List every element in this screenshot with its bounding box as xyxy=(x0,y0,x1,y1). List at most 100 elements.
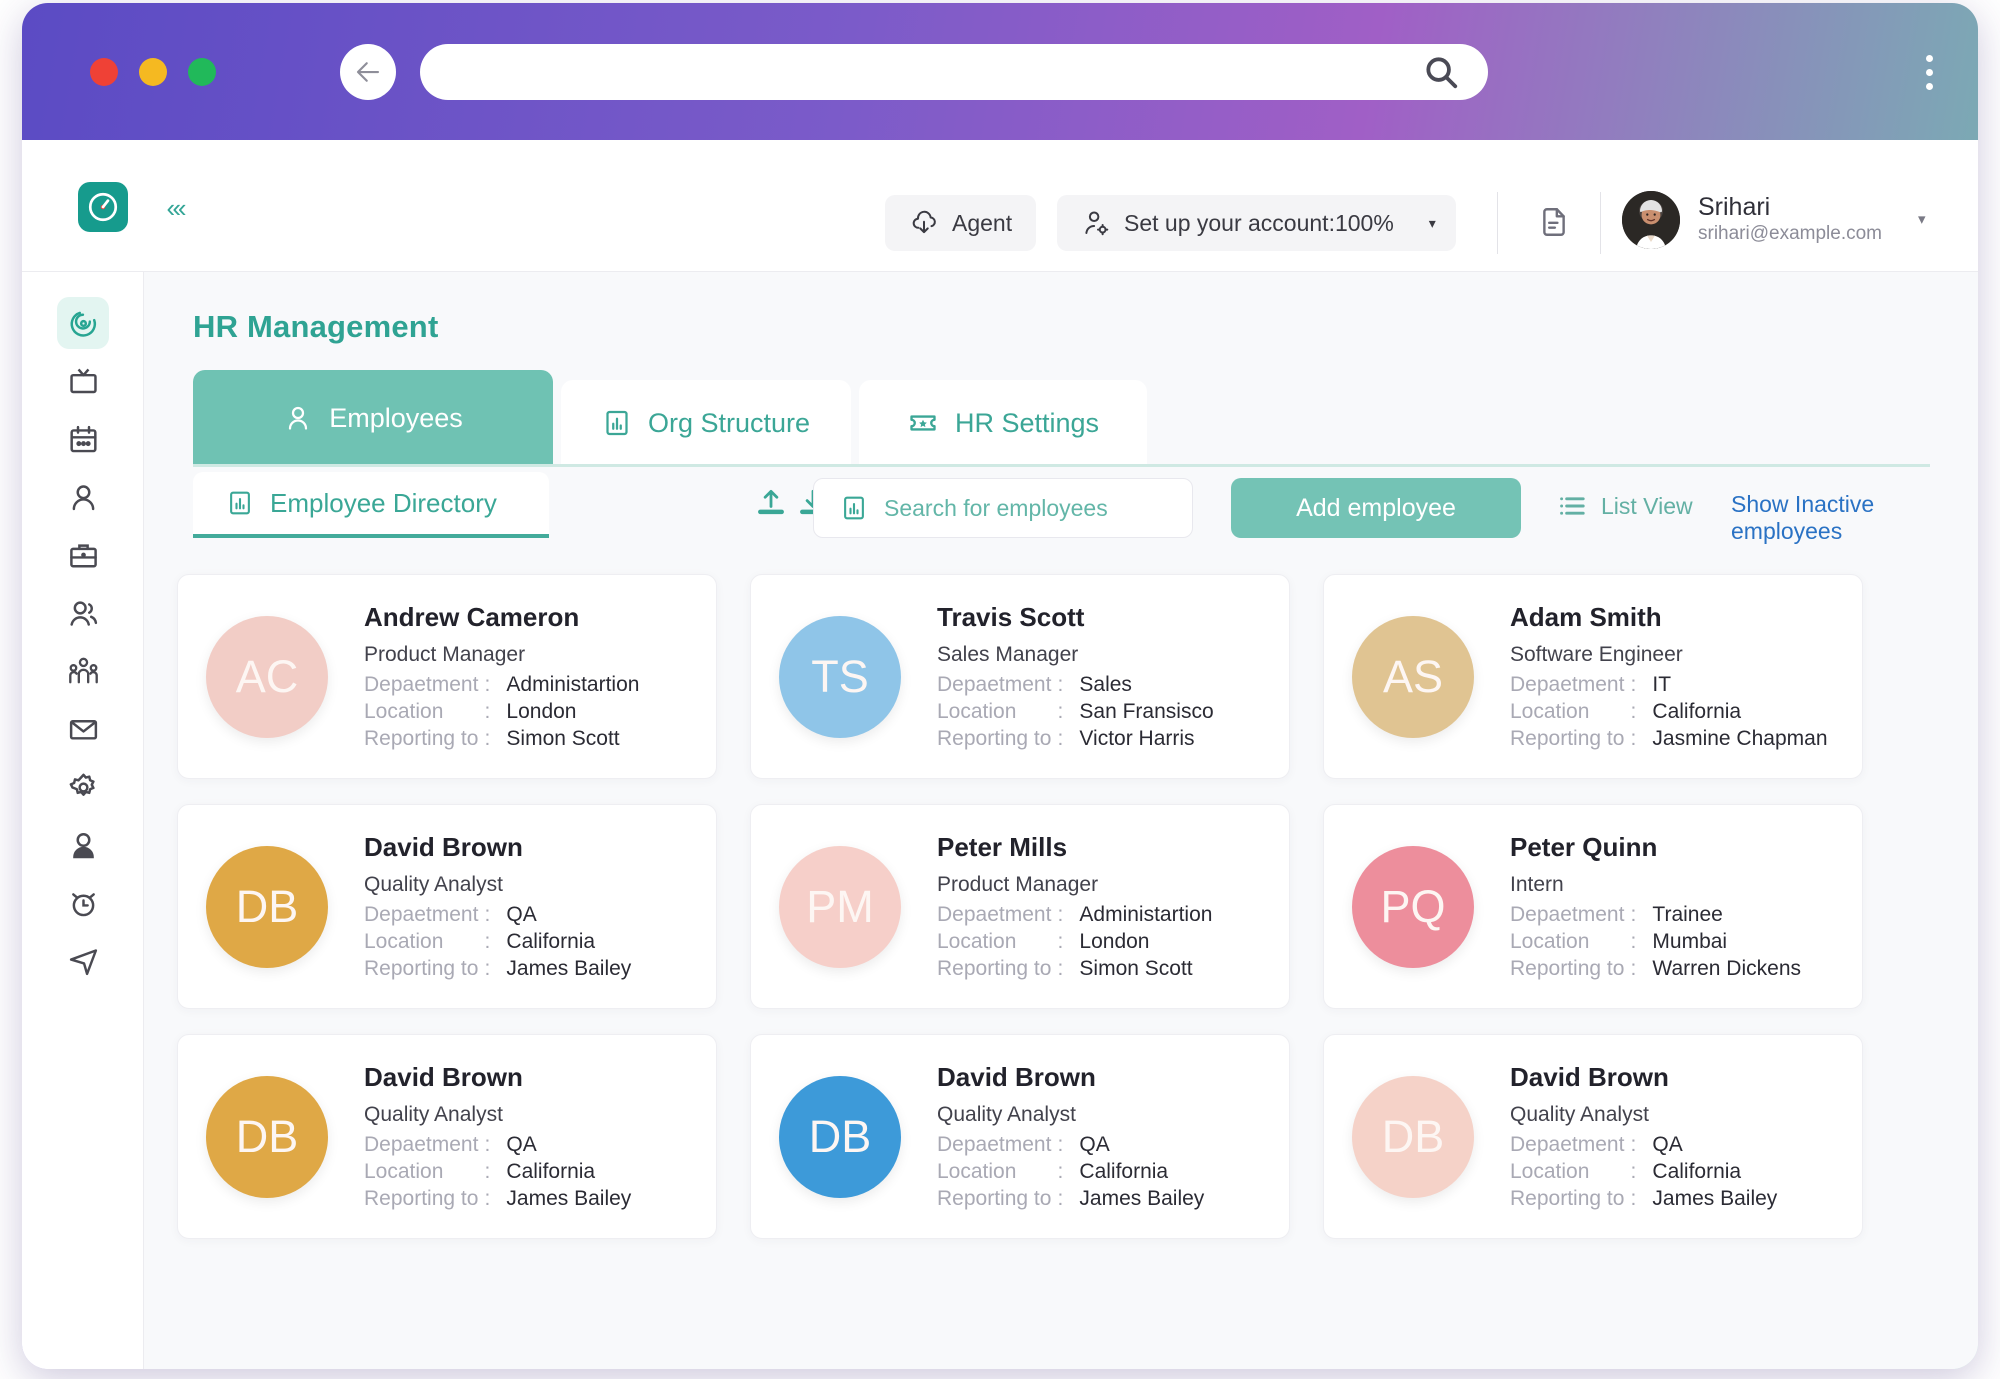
agent-button[interactable]: Agent xyxy=(885,195,1037,251)
employee-info: Adam Smith Software Engineer Depaetment: IT… xyxy=(1510,602,1828,751)
avatar: DB xyxy=(1352,1075,1474,1198)
add-employee-button[interactable]: Add employee xyxy=(1231,478,1521,538)
field-separator: : xyxy=(1057,673,1064,696)
employee-name: Adam Smith xyxy=(1510,602,1662,632)
field-label-location: Location xyxy=(1510,700,1590,723)
employee-role: Quality Analyst xyxy=(364,873,503,896)
field-value-reporting-to: James Bailey xyxy=(1079,1187,1205,1210)
field-label-reporting-to: Reporting to xyxy=(937,727,1052,750)
field-label-department: Depaetment xyxy=(937,673,1052,696)
field-label-location: Location xyxy=(937,1160,1017,1183)
account-setup-dropdown[interactable]: Set up your account:100% ▾ xyxy=(1057,195,1456,251)
account-setup-label: Set up your account:100% xyxy=(1124,209,1394,236)
sidebar-collapse-icon[interactable]: «‹ xyxy=(152,190,198,226)
employee-card[interactable]: PQ Peter Quinn Intern Depaetment: Trainee Loc… xyxy=(1323,804,1863,1009)
employee-card[interactable]: DB David Brown Quality Analyst Depaetment: Q… xyxy=(177,1034,717,1239)
minimize-window-button[interactable] xyxy=(139,58,167,86)
subtab-employee-directory[interactable]: Employee Directory xyxy=(193,472,549,538)
tab-underline xyxy=(193,464,1930,467)
user-profile-chip[interactable]: Srihari srihari@example.com xyxy=(1622,188,1882,252)
employee-fields: Depaetment: Administartion Location: London… xyxy=(364,673,639,751)
field-value-location: California xyxy=(506,1160,596,1183)
field-separator: : xyxy=(1630,957,1637,980)
user-icon xyxy=(57,471,109,523)
sidebar-item-monitor[interactable] xyxy=(22,352,144,410)
monitor-icon xyxy=(57,355,109,407)
field-label-location: Location xyxy=(364,700,444,723)
app-logo-icon[interactable] xyxy=(78,182,128,232)
employee-name: David Brown xyxy=(1510,1062,1669,1092)
sidebar-item-send[interactable] xyxy=(22,932,144,990)
tab-employees[interactable]: Employees xyxy=(193,370,553,466)
employee-card[interactable]: AC Andrew Cameron Product Manager Depaetmen… xyxy=(177,574,717,779)
tab-org-structure[interactable]: Org Structure xyxy=(561,380,851,466)
field-separator: : xyxy=(1630,1187,1637,1210)
employee-info: Andrew Cameron Product Manager Depaetment:… xyxy=(364,602,639,751)
window-controls xyxy=(90,58,216,86)
list-view-toggle[interactable]: List View xyxy=(1556,490,1693,522)
sidebar-item-calendar[interactable] xyxy=(22,410,144,468)
field-label-location: Location xyxy=(937,700,1017,723)
sidebar-item-org-chart[interactable] xyxy=(22,642,144,700)
chevron-down-icon[interactable]: ▾ xyxy=(1429,215,1436,232)
sidebar-item-target[interactable] xyxy=(22,294,144,352)
chevron-down-icon[interactable]: ▾ xyxy=(1918,210,1926,228)
avatar: TS xyxy=(779,615,901,738)
employee-card[interactable]: DB David Brown Quality Analyst Depaetment: Q… xyxy=(177,804,717,1009)
field-separator: : xyxy=(1630,930,1637,953)
search-input[interactable] xyxy=(884,494,1192,522)
avatar: PM xyxy=(779,845,901,968)
employee-card[interactable]: AS Adam Smith Software Engineer Depaetment:… xyxy=(1323,574,1863,779)
employee-card[interactable]: TS Travis Scott Sales Manager Depaetment: Sa… xyxy=(750,574,1290,779)
employee-card[interactable]: DB David Brown Quality Analyst Depaetment: Q… xyxy=(750,1034,1290,1239)
employee-card[interactable]: PM Peter Mills Product Manager Depaetment: A… xyxy=(750,804,1290,1009)
show-inactive-employees-link[interactable]: Show Inactive employees xyxy=(1731,491,1930,545)
field-label-reporting-to: Reporting to xyxy=(937,957,1052,980)
ticket-star-icon xyxy=(907,407,939,439)
url-input[interactable] xyxy=(448,61,1422,83)
field-value-location: London xyxy=(506,700,577,723)
search-box[interactable] xyxy=(813,478,1193,538)
sidebar-item-alarm[interactable] xyxy=(22,874,144,932)
url-bar[interactable] xyxy=(420,44,1488,100)
field-label-department: Depaetment xyxy=(1510,1133,1625,1156)
field-value-location: California xyxy=(506,930,596,953)
field-label-reporting-to: Reporting to xyxy=(1510,1187,1625,1210)
divider xyxy=(1497,192,1498,254)
sidebar-item-settings[interactable] xyxy=(22,758,144,816)
field-label-reporting-to: Reporting to xyxy=(364,957,479,980)
sidebar-item-user[interactable] xyxy=(22,468,144,526)
upload-icon[interactable] xyxy=(755,486,787,518)
list-view-label: List View xyxy=(1601,492,1693,519)
employee-role: Quality Analyst xyxy=(937,1103,1076,1126)
field-label-department: Depaetment xyxy=(1510,673,1625,696)
tab-hr-settings[interactable]: HR Settings xyxy=(859,380,1147,466)
field-label-department: Depaetment xyxy=(937,903,1052,926)
employee-card[interactable]: DB David Brown Quality Analyst Depaetment: Q… xyxy=(1323,1034,1863,1239)
field-separator: : xyxy=(484,903,491,926)
field-separator: : xyxy=(484,1160,491,1183)
document-icon[interactable] xyxy=(1530,198,1578,246)
tab-bar: Employees Org Structure HR Settings xyxy=(193,370,1147,466)
field-value-reporting-to: Simon Scott xyxy=(506,727,620,750)
list-icon xyxy=(1556,490,1588,522)
close-window-button[interactable] xyxy=(90,58,118,86)
field-separator: : xyxy=(484,930,491,953)
sidebar-item-users[interactable] xyxy=(22,584,144,642)
back-arrow-icon[interactable] xyxy=(340,44,396,100)
user-icon xyxy=(283,403,313,433)
sidebar-item-briefcase[interactable] xyxy=(22,526,144,584)
avatar: PQ xyxy=(1352,845,1474,968)
target-icon xyxy=(57,297,109,349)
field-value-department: IT xyxy=(1652,673,1672,696)
employee-role: Product Manager xyxy=(937,873,1099,896)
sidebar-item-profile[interactable] xyxy=(22,816,144,874)
sidebar-item-mail[interactable] xyxy=(22,700,144,758)
agent-label: Agent xyxy=(952,209,1013,236)
field-separator: : xyxy=(1057,1160,1064,1183)
browser-menu-button[interactable] xyxy=(1917,44,1941,100)
maximize-window-button[interactable] xyxy=(188,58,216,86)
search-icon[interactable] xyxy=(1422,53,1460,91)
field-separator: : xyxy=(1057,1133,1064,1156)
cloud-download-icon xyxy=(909,208,939,238)
